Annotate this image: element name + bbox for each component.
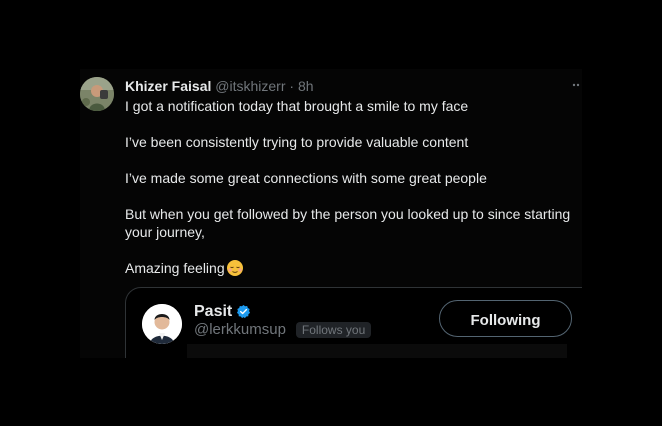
tweet-paragraph-3: I’ve made some great connections with so…: [125, 170, 487, 186]
tweet-paragraph-5-text: Amazing feeling: [125, 260, 225, 276]
profile-avatar-photo: [142, 304, 182, 344]
follows-you-badge: Follows you: [295, 322, 372, 338]
author-name[interactable]: Khizer Faisal: [125, 78, 211, 94]
tweet-text: I got a notification today that brought …: [125, 97, 575, 277]
tweet-paragraph-1: I got a notification today that brought …: [125, 98, 469, 114]
profile-name-row: Pasit: [194, 302, 251, 321]
verified-badge-icon: [237, 304, 251, 319]
relieved-face-emoji-icon: [226, 260, 243, 276]
tweet-header: Khizer Faisal @itskhizerr · 8h: [125, 78, 314, 95]
profile-avatar[interactable]: [142, 304, 182, 344]
profile-name[interactable]: Pasit: [194, 302, 232, 321]
author-handle[interactable]: @itskhizerr: [215, 78, 285, 94]
tweet: Khizer Faisal @itskhizerr · 8h I got a n…: [80, 69, 582, 358]
profile-handle-row: @lerkkumsup Follows you: [194, 321, 372, 339]
author-avatar-photo: [80, 77, 114, 111]
tweet-paragraph-4: But when you get followed by the person …: [125, 206, 571, 240]
embedded-profile-card[interactable]: Pasit @lerkkumsup Follows you Following: [125, 287, 582, 358]
tweet-paragraph-5: Amazing feeling: [125, 259, 575, 277]
more-dots-icon[interactable]: [572, 83, 580, 87]
post-time[interactable]: 8h: [298, 78, 314, 94]
following-button[interactable]: Following: [439, 300, 572, 337]
header-separator: ·: [289, 78, 295, 94]
profile-handle[interactable]: @lerkkumsup: [194, 321, 286, 339]
profile-bio-preview: [187, 344, 567, 358]
author-avatar[interactable]: [80, 77, 114, 111]
tweet-paragraph-2: I’ve been consistently trying to provide…: [125, 134, 469, 150]
